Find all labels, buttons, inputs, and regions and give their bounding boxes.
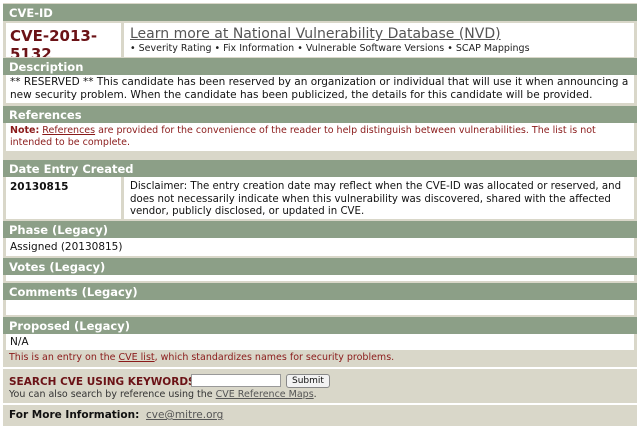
cve-id-cell: CVE-2013-5132 [6,23,124,63]
nvd-link[interactable]: Learn more at National Vulnerability Dat… [130,26,501,42]
section-header-comments: Comments (Legacy) [3,282,637,300]
date-entry-value: 20130815 [10,181,69,193]
cve-id-row: CVE-2013-5132 Learn more at National Vul… [6,23,634,63]
disclaimer-cell: Disclaimer: The entry creation date may … [128,177,634,219]
references-note: Note: References are provided for the co… [10,125,630,149]
submit-button[interactable]: Submit [286,374,330,388]
section-header-phase: Phase (Legacy) [3,220,637,238]
footer-divider [3,367,637,369]
section-header-votes: Votes (Legacy) [3,257,637,275]
nvd-cell: Learn more at National Vulnerability Dat… [128,23,634,57]
section-header-proposed: Proposed (Legacy) [3,316,637,334]
section-header-date-entry: Date Entry Created [3,159,637,177]
proposed-value: N/A [10,336,29,348]
date-entry-disclaimer: Disclaimer: The entry creation date may … [130,181,622,217]
more-info-label: For More Information: [9,409,140,421]
section-header-description: Description [3,57,637,75]
section-header-cve-id: CVE-ID [3,3,637,21]
more-info-line: For More Information: cve@mitre.org [9,409,223,421]
references-link[interactable]: References [42,125,95,136]
comments-box [6,300,634,315]
references-box: Note: References are provided for the co… [6,123,634,151]
nvd-bullets: • Severity Rating • Fix Information • Vu… [130,43,530,54]
references-note-text: are provided for the convenience of the … [10,125,596,148]
cve-list-prefix: This is an entry on the [9,352,119,363]
votes-box [6,275,634,281]
more-info-email-link[interactable]: cve@mitre.org [146,409,223,421]
ref-maps-link[interactable]: CVE Reference Maps [216,389,314,400]
search-label: SEARCH CVE USING KEYWORDS: [9,376,200,388]
section-header-references: References [3,105,637,123]
ref-maps-line: You can also search by reference using t… [9,389,317,400]
cve-list-suffix: , which standardizes names for security … [154,352,395,363]
cve-list-line: This is an entry on the CVE list, which … [9,352,394,364]
ref-maps-suffix: . [313,389,317,400]
description-text: ** RESERVED ** This candidate has been r… [10,76,629,101]
description-box: ** RESERVED ** This candidate has been r… [6,75,634,103]
cve-list-link[interactable]: CVE list [119,352,155,363]
phase-box: Assigned (20130815) [6,238,634,256]
date-entry-cell: 20130815 [6,177,124,219]
cve-page: CVE-ID CVE-2013-5132 Learn more at Natio… [3,3,637,426]
phase-value: Assigned (20130815) [10,241,123,253]
proposed-box: N/A [6,334,634,350]
date-entry-row: 20130815 Disclaimer: The entry creation … [6,177,634,219]
footer-divider-2 [3,403,637,405]
ref-maps-prefix: You can also search by reference using t… [9,389,216,400]
search-input[interactable] [191,374,281,387]
references-note-prefix: Note: [10,125,40,136]
